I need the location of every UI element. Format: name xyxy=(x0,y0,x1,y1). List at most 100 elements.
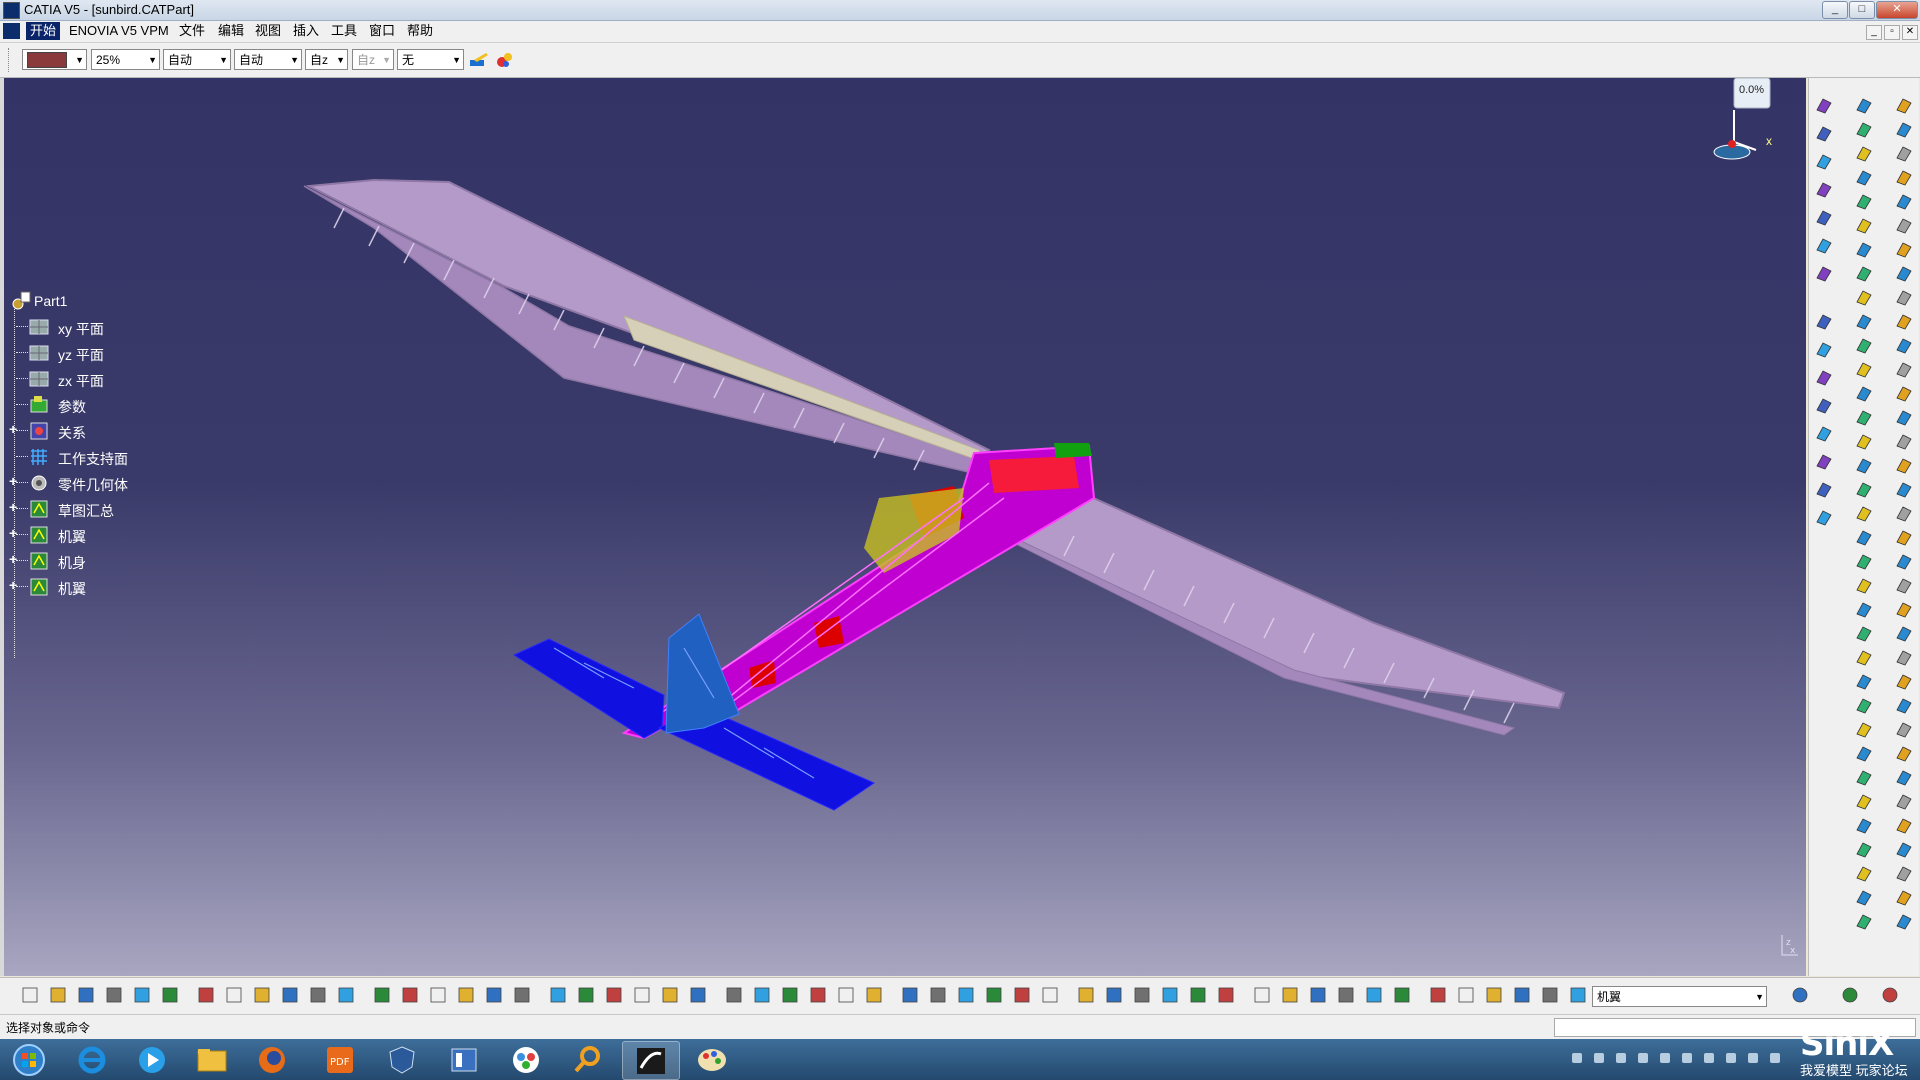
workbench-command-icon[interactable] xyxy=(1893,478,1915,500)
workbench-command-icon[interactable] xyxy=(1853,430,1875,452)
workbench-command-icon[interactable] xyxy=(1893,742,1915,764)
system-tray-icon[interactable] xyxy=(1592,1051,1606,1065)
workbench-command-icon[interactable] xyxy=(1893,886,1915,908)
standard-command-icon[interactable] xyxy=(1188,985,1208,1005)
workbench-command-icon[interactable] xyxy=(1853,94,1875,116)
standard-command-icon[interactable] xyxy=(1132,985,1152,1005)
doc-restore-button[interactable]: ▫ xyxy=(1884,25,1900,40)
workbench-command-icon[interactable] xyxy=(1893,334,1915,356)
3d-viewport[interactable]: 0.0% x zx xyxy=(4,78,1806,976)
workbench-command-icon[interactable] xyxy=(1813,206,1835,228)
workbench-command-icon[interactable] xyxy=(1853,526,1875,548)
standard-command-icon[interactable] xyxy=(632,985,652,1005)
standard-command-icon[interactable] xyxy=(752,985,772,1005)
menu-start[interactable]: 开始 xyxy=(26,22,61,40)
workbench-command-icon[interactable] xyxy=(1813,478,1835,500)
standard-command-icon[interactable] xyxy=(1512,985,1532,1005)
line-type-combo[interactable]: 自动 ▼ xyxy=(234,49,302,70)
workbench-command-icon[interactable] xyxy=(1813,262,1835,284)
workbench-command-icon[interactable] xyxy=(1813,506,1835,528)
paint-icon[interactable] xyxy=(684,1041,740,1078)
standard-command-icon[interactable] xyxy=(336,985,356,1005)
standard-command-icon[interactable] xyxy=(576,985,596,1005)
standard-command-icon[interactable] xyxy=(484,985,504,1005)
document-icon[interactable] xyxy=(3,23,20,39)
transparency-combo[interactable]: 25% ▼ xyxy=(91,49,160,70)
workbench-command-icon[interactable] xyxy=(1893,358,1915,380)
workbench-command-icon[interactable] xyxy=(1853,142,1875,164)
menu-window[interactable]: 窗口 xyxy=(365,22,399,40)
standard-command-icon[interactable] xyxy=(160,985,180,1005)
workbench-command-icon[interactable] xyxy=(1893,814,1915,836)
standard-command-icon[interactable] xyxy=(1840,985,1860,1005)
workbench-command-icon[interactable] xyxy=(1853,478,1875,500)
workbench-command-icon[interactable] xyxy=(1893,526,1915,548)
menu-view[interactable]: 视图 xyxy=(251,22,285,40)
standard-command-icon[interactable] xyxy=(1880,985,1900,1005)
expand-icon[interactable]: + xyxy=(9,422,19,436)
standard-command-icon[interactable] xyxy=(280,985,300,1005)
workbench-command-icon[interactable] xyxy=(1893,574,1915,596)
workbench-command-icon[interactable] xyxy=(1853,862,1875,884)
workbench-command-icon[interactable] xyxy=(1893,550,1915,572)
menu-enovia[interactable]: ENOVIA V5 VPM xyxy=(65,22,173,40)
workbench-command-icon[interactable] xyxy=(1853,406,1875,428)
expand-icon[interactable]: + xyxy=(9,500,19,514)
workbench-command-icon[interactable] xyxy=(1813,122,1835,144)
search-icon[interactable] xyxy=(560,1041,616,1078)
standard-command-icon[interactable] xyxy=(76,985,96,1005)
workbench-command-icon[interactable] xyxy=(1853,646,1875,668)
standard-command-icon[interactable] xyxy=(1790,985,1810,1005)
workbench-command-icon[interactable] xyxy=(1893,646,1915,668)
standard-command-icon[interactable] xyxy=(456,985,476,1005)
standard-command-icon[interactable] xyxy=(1336,985,1356,1005)
workbench-command-icon[interactable] xyxy=(1893,862,1915,884)
security-shield-icon[interactable] xyxy=(374,1041,430,1078)
workbench-command-icon[interactable] xyxy=(1853,790,1875,812)
standard-command-icon[interactable] xyxy=(836,985,856,1005)
workbench-command-icon[interactable] xyxy=(1893,622,1915,644)
workbench-command-icon[interactable] xyxy=(1853,670,1875,692)
workbench-command-icon[interactable] xyxy=(1893,766,1915,788)
standard-command-icon[interactable] xyxy=(1392,985,1412,1005)
workbench-command-icon[interactable] xyxy=(1893,718,1915,740)
standard-command-icon[interactable] xyxy=(48,985,68,1005)
workbench-command-icon[interactable] xyxy=(1813,234,1835,256)
standard-command-icon[interactable] xyxy=(724,985,744,1005)
workbench-command-icon[interactable] xyxy=(1893,166,1915,188)
workbench-command-icon[interactable] xyxy=(1893,694,1915,716)
layer-combo[interactable]: 无 ▼ xyxy=(397,49,464,70)
expand-icon[interactable]: + xyxy=(9,552,19,566)
workbench-command-icon[interactable] xyxy=(1853,598,1875,620)
standard-command-icon[interactable] xyxy=(1428,985,1448,1005)
cloud-app-icon[interactable] xyxy=(498,1041,554,1078)
workbench-command-icon[interactable] xyxy=(1893,838,1915,860)
aircraft-model[interactable] xyxy=(4,78,1806,976)
workbench-command-icon[interactable] xyxy=(1893,286,1915,308)
point-symbol-combo[interactable]: 自z ▼ xyxy=(305,49,348,70)
workbench-command-icon[interactable] xyxy=(1813,394,1835,416)
standard-command-icon[interactable] xyxy=(308,985,328,1005)
standard-command-icon[interactable] xyxy=(1104,985,1124,1005)
workbench-command-icon[interactable] xyxy=(1853,910,1875,932)
standard-command-icon[interactable] xyxy=(104,985,124,1005)
painter-icon[interactable] xyxy=(468,51,490,69)
workbench-command-icon[interactable] xyxy=(1853,190,1875,212)
workbench-command-icon[interactable] xyxy=(1813,366,1835,388)
workbench-command-icon[interactable] xyxy=(1853,622,1875,644)
workbench-command-icon[interactable] xyxy=(1853,166,1875,188)
expand-icon[interactable]: + xyxy=(9,526,19,540)
workbench-command-icon[interactable] xyxy=(1893,502,1915,524)
workbench-command-icon[interactable] xyxy=(1893,790,1915,812)
workbench-command-icon[interactable] xyxy=(1853,118,1875,140)
current-geometrical-set-combo[interactable]: 机翼 ▼ xyxy=(1592,986,1767,1007)
start-button-icon[interactable] xyxy=(4,1041,54,1078)
workbench-command-icon[interactable] xyxy=(1893,670,1915,692)
wing-geometry[interactable] xyxy=(303,178,1566,736)
workbench-command-icon[interactable] xyxy=(1893,910,1915,932)
workbench-command-icon[interactable] xyxy=(1813,94,1835,116)
close-button[interactable]: ✕ xyxy=(1876,1,1918,19)
standard-command-icon[interactable] xyxy=(428,985,448,1005)
system-tray-icon[interactable] xyxy=(1680,1051,1694,1065)
system-tray-icon[interactable] xyxy=(1724,1051,1738,1065)
